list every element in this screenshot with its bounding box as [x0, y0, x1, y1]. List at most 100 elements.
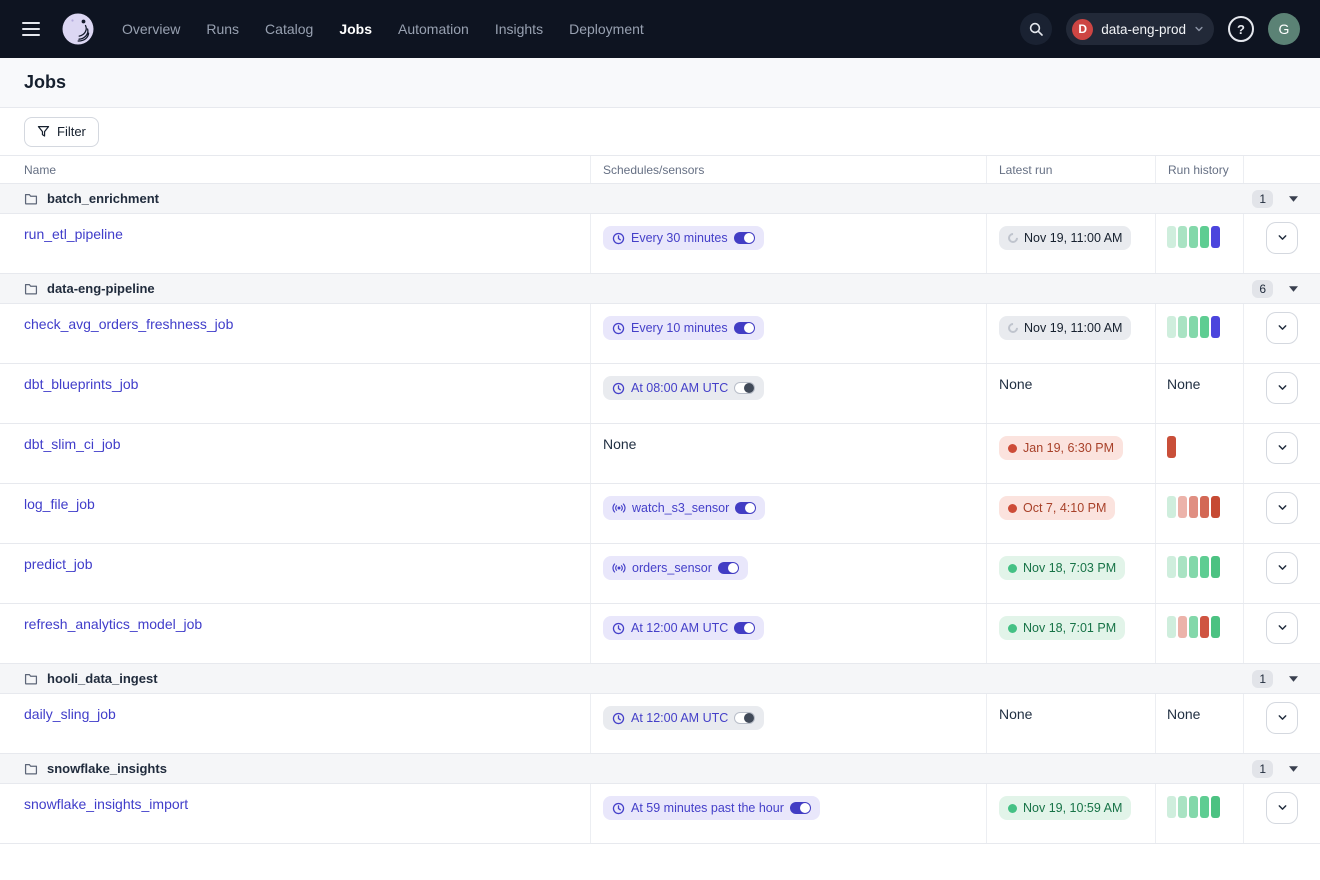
sensor-chip[interactable]: watch_s3_sensor — [603, 496, 765, 520]
collapse-caret-icon[interactable] — [1289, 196, 1298, 202]
run-history-bar[interactable] — [1178, 796, 1187, 818]
latest-run-chip[interactable]: Nov 19, 11:00 AM — [999, 226, 1131, 250]
run-history-bar[interactable] — [1189, 556, 1198, 578]
filter-button[interactable]: Filter — [24, 117, 99, 147]
latest-run-chip[interactable]: Nov 18, 7:03 PM — [999, 556, 1125, 580]
schedule-toggle[interactable] — [734, 712, 755, 724]
schedule-toggle[interactable] — [735, 502, 756, 514]
schedule-chip[interactable]: At 08:00 AM UTC — [603, 376, 764, 400]
job-actions-button[interactable] — [1266, 432, 1298, 464]
run-history-bar[interactable] — [1167, 556, 1176, 578]
schedule-chip[interactable]: At 12:00 AM UTC — [603, 616, 764, 640]
run-history-bar[interactable] — [1167, 616, 1176, 638]
run-history-bar[interactable] — [1211, 556, 1220, 578]
run-history-bar[interactable] — [1178, 226, 1187, 248]
run-history-bar[interactable] — [1178, 496, 1187, 518]
group-row-hooli_data_ingest[interactable]: hooli_data_ingest1 — [0, 664, 1320, 694]
latest-run-chip[interactable]: Nov 19, 10:59 AM — [999, 796, 1131, 820]
job-link[interactable]: dbt_blueprints_job — [24, 376, 138, 392]
schedule-chip[interactable]: At 12:00 AM UTC — [603, 706, 764, 730]
toggle-knob — [744, 233, 754, 243]
job-link[interactable]: dbt_slim_ci_job — [24, 436, 121, 452]
schedule-toggle[interactable] — [734, 382, 755, 394]
latest-run-chip[interactable]: Nov 19, 11:00 AM — [999, 316, 1131, 340]
run-history-bar[interactable] — [1167, 316, 1176, 338]
job-link[interactable]: run_etl_pipeline — [24, 226, 123, 242]
latest-run-chip[interactable]: Oct 7, 4:10 PM — [999, 496, 1115, 520]
job-actions-button[interactable] — [1266, 372, 1298, 404]
success-dot-icon — [1008, 804, 1017, 813]
run-history-bar[interactable] — [1178, 616, 1187, 638]
job-actions-button[interactable] — [1266, 492, 1298, 524]
collapse-caret-icon[interactable] — [1289, 286, 1298, 292]
job-link[interactable]: daily_sling_job — [24, 706, 116, 722]
run-history-bar[interactable] — [1167, 436, 1176, 458]
chevron-down-icon — [1277, 381, 1288, 396]
group-name: data-eng-pipeline — [47, 281, 155, 296]
run-history-bar[interactable] — [1178, 316, 1187, 338]
schedule-chip[interactable]: Every 10 minutes — [603, 316, 764, 340]
job-link[interactable]: log_file_job — [24, 496, 95, 512]
run-history-bar[interactable] — [1211, 226, 1220, 248]
job-actions-button[interactable] — [1266, 612, 1298, 644]
run-history-bar[interactable] — [1211, 616, 1220, 638]
latest-run-chip[interactable]: Jan 19, 6:30 PM — [999, 436, 1123, 460]
run-history-bar[interactable] — [1167, 226, 1176, 248]
schedule-toggle[interactable] — [734, 622, 755, 634]
avatar[interactable]: G — [1268, 13, 1300, 45]
run-history-bar[interactable] — [1211, 496, 1220, 518]
latest-run-chip[interactable]: Nov 18, 7:01 PM — [999, 616, 1125, 640]
run-history-bar[interactable] — [1211, 316, 1220, 338]
nav-item-catalog[interactable]: Catalog — [265, 21, 313, 37]
job-actions-button[interactable] — [1266, 222, 1298, 254]
job-link[interactable]: predict_job — [24, 556, 93, 572]
dagster-logo[interactable] — [60, 11, 96, 47]
nav-item-deployment[interactable]: Deployment — [569, 21, 644, 37]
run-history-bar[interactable] — [1189, 796, 1198, 818]
help-icon[interactable]: ? — [1228, 16, 1254, 42]
group-row-batch_enrichment[interactable]: batch_enrichment1 — [0, 184, 1320, 214]
run-history-bar[interactable] — [1200, 616, 1209, 638]
run-history-bar[interactable] — [1200, 226, 1209, 248]
nav-item-overview[interactable]: Overview — [122, 21, 180, 37]
run-history-bar[interactable] — [1189, 316, 1198, 338]
run-history-bar[interactable] — [1189, 226, 1198, 248]
run-history-bar[interactable] — [1200, 496, 1209, 518]
schedule-chip[interactable]: Every 30 minutes — [603, 226, 764, 250]
run-history-bar[interactable] — [1178, 556, 1187, 578]
job-actions-button[interactable] — [1266, 312, 1298, 344]
nav-item-jobs[interactable]: Jobs — [339, 21, 372, 37]
job-link[interactable]: check_avg_orders_freshness_job — [24, 316, 233, 332]
schedule-toggle[interactable] — [718, 562, 739, 574]
job-actions-button[interactable] — [1266, 792, 1298, 824]
search-icon[interactable] — [1020, 13, 1052, 45]
job-link[interactable]: refresh_analytics_model_job — [24, 616, 202, 632]
job-actions-button[interactable] — [1266, 552, 1298, 584]
run-history-bar[interactable] — [1167, 796, 1176, 818]
run-history-bar[interactable] — [1200, 796, 1209, 818]
nav-item-runs[interactable]: Runs — [206, 21, 239, 37]
menu-icon[interactable] — [16, 16, 46, 42]
nav-item-insights[interactable]: Insights — [495, 21, 543, 37]
none-value: None — [1167, 706, 1200, 722]
run-history-bar[interactable] — [1189, 496, 1198, 518]
schedule-chip[interactable]: At 59 minutes past the hour — [603, 796, 820, 820]
schedule-toggle[interactable] — [734, 232, 755, 244]
run-history-bar[interactable] — [1189, 616, 1198, 638]
group-row-data-eng-pipeline[interactable]: data-eng-pipeline6 — [0, 274, 1320, 304]
group-row-snowflake_insights[interactable]: snowflake_insights1 — [0, 754, 1320, 784]
sensor-chip[interactable]: orders_sensor — [603, 556, 748, 580]
schedule-toggle[interactable] — [790, 802, 811, 814]
deployment-switcher[interactable]: D data-eng-prod — [1066, 13, 1214, 45]
run-history-bar[interactable] — [1211, 796, 1220, 818]
run-history-bar[interactable] — [1200, 556, 1209, 578]
nav-item-automation[interactable]: Automation — [398, 21, 469, 37]
clock-icon — [612, 712, 625, 725]
run-history-bar[interactable] — [1167, 496, 1176, 518]
run-history-bar[interactable] — [1200, 316, 1209, 338]
collapse-caret-icon[interactable] — [1289, 766, 1298, 772]
job-actions-button[interactable] — [1266, 702, 1298, 734]
schedule-toggle[interactable] — [734, 322, 755, 334]
collapse-caret-icon[interactable] — [1289, 676, 1298, 682]
job-link[interactable]: snowflake_insights_import — [24, 796, 188, 812]
